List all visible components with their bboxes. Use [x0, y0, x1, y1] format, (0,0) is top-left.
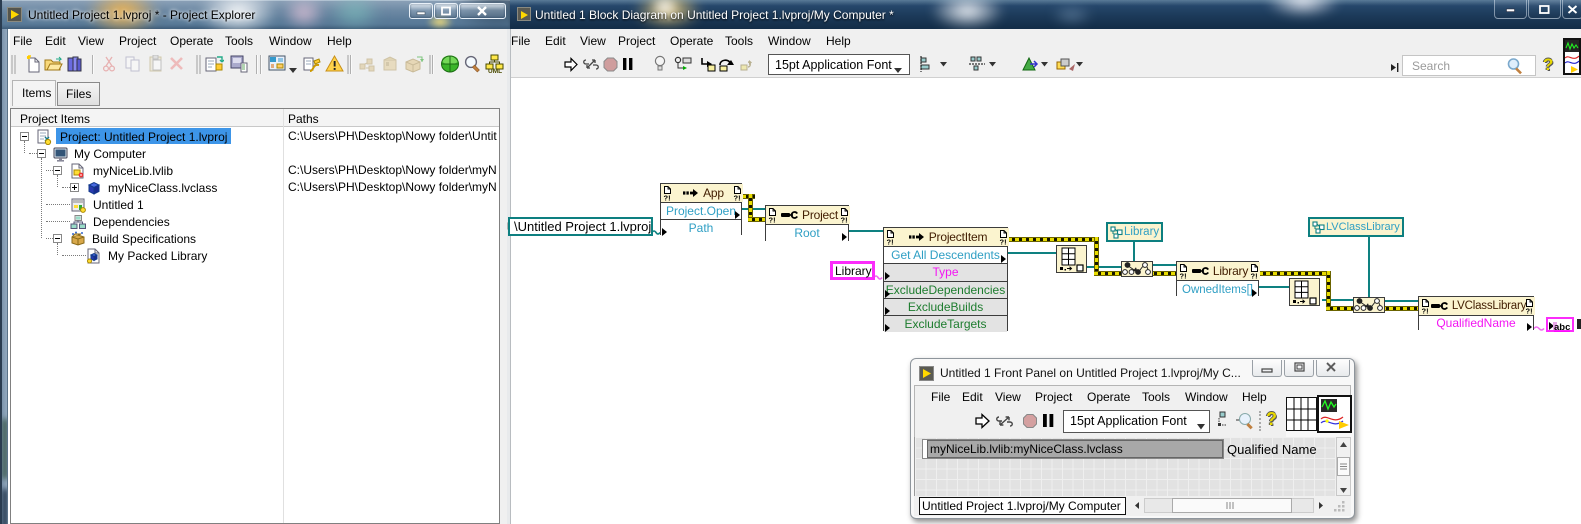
svg-text:abc: abc	[1554, 322, 1570, 332]
svg-text:?!: ?!	[664, 194, 671, 202]
svg-text:?!: ?!	[1180, 272, 1187, 280]
svg-text:?!: ?!	[1422, 307, 1429, 315]
svg-text:?!: ?!	[887, 238, 894, 246]
svg-text:UML: UML	[488, 68, 502, 74]
svg-text:?!: ?!	[769, 216, 776, 224]
